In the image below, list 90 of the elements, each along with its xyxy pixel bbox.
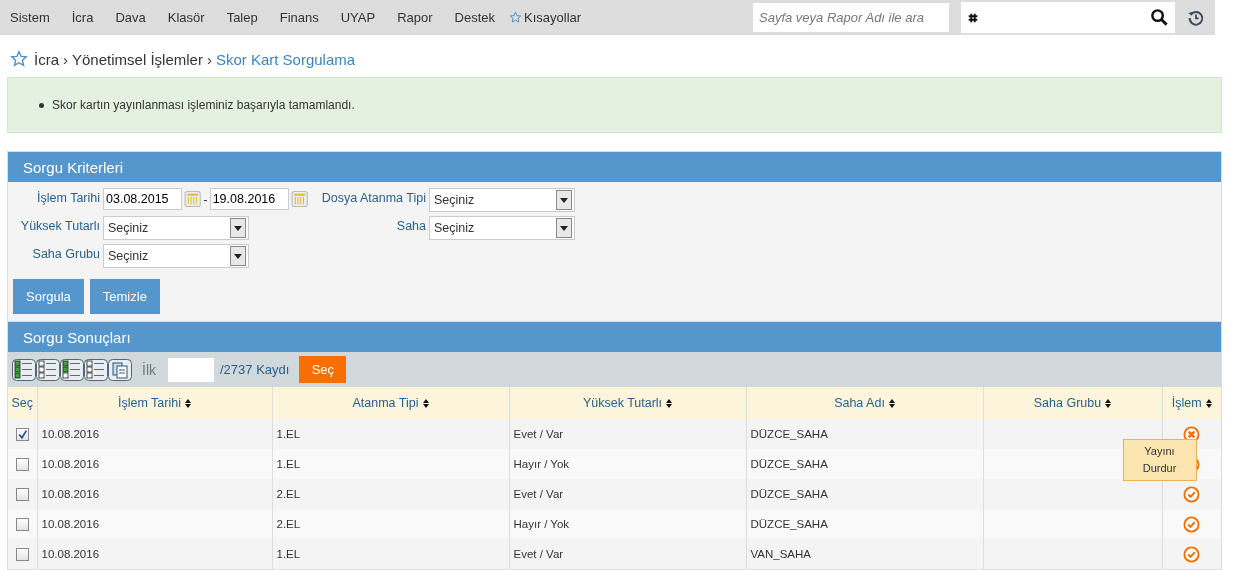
table-cell: 2.EL bbox=[276, 488, 301, 500]
record-total: /2737 Kaydı bbox=[220, 362, 290, 377]
history-icon[interactable] bbox=[1187, 8, 1205, 27]
sort-icon[interactable] bbox=[666, 399, 673, 409]
table-cell: Evet / Var bbox=[513, 428, 564, 440]
table-cell: VAN_SAHA bbox=[750, 548, 811, 560]
star-icon bbox=[509, 11, 523, 24]
table-cell: 10.08.2016 bbox=[41, 518, 100, 530]
breadcrumb-item[interactable]: İcra bbox=[34, 50, 59, 68]
menu-item[interactable]: İcra bbox=[61, 10, 103, 25]
caret-icon bbox=[230, 246, 246, 266]
select-dropdown[interactable]: Seçiniz bbox=[103, 244, 249, 268]
sortable-column-header[interactable]: Atanma Tipi bbox=[352, 396, 419, 410]
table-cell: 10.08.2016 bbox=[41, 488, 100, 500]
table-cell: DÜZCE_SAHA bbox=[750, 428, 828, 440]
checklist-icon[interactable] bbox=[36, 358, 60, 381]
table-cell: DÜZCE_SAHA bbox=[750, 458, 828, 470]
table-cell: 1.EL bbox=[276, 428, 301, 440]
select-dropdown[interactable]: Seçiniz bbox=[103, 216, 249, 240]
sort-icon[interactable] bbox=[888, 399, 895, 409]
check-circle-icon[interactable] bbox=[1183, 545, 1201, 563]
sort-icon[interactable] bbox=[1105, 399, 1112, 409]
first-label: İlk bbox=[142, 361, 156, 378]
menu-item[interactable]: Finans bbox=[269, 10, 328, 25]
panel-title: Sorgu Sonuçları bbox=[23, 328, 131, 346]
count-field[interactable] bbox=[168, 357, 214, 382]
search-icon[interactable] bbox=[1150, 8, 1169, 27]
search-field[interactable] bbox=[961, 2, 1175, 33]
sort-icon[interactable] bbox=[422, 399, 429, 409]
menu-item[interactable]: Rapor bbox=[387, 10, 442, 25]
field-label: İşlem Tarihi bbox=[36, 190, 100, 205]
breadcrumb-item[interactable]: Yönetimsel İşlemler bbox=[72, 50, 203, 68]
date-field[interactable]: 19.08.2016 bbox=[209, 188, 289, 210]
sortable-column-header[interactable]: İşlem Tarihi bbox=[118, 396, 181, 410]
menu-item[interactable]: Sistem bbox=[0, 10, 59, 25]
row-checkbox[interactable] bbox=[15, 517, 29, 531]
field-label: Saha bbox=[395, 218, 426, 233]
select-dropdown[interactable]: Seçiniz bbox=[429, 216, 575, 240]
shortcuts-menu[interactable]: Kısayollar bbox=[507, 10, 591, 25]
check-circle-icon[interactable] bbox=[1183, 485, 1201, 503]
sort-icon[interactable] bbox=[1205, 399, 1212, 409]
row-checkbox[interactable] bbox=[15, 487, 29, 501]
table-cell: 1.EL bbox=[276, 548, 301, 560]
tooltip: Yayını Durdur bbox=[1122, 439, 1197, 481]
table-cell: Hayır / Yok bbox=[513, 458, 570, 470]
page-search-field[interactable]: Sayfa veya Rapor Adı ile ara bbox=[753, 3, 949, 32]
table-cell: 10.08.2016 bbox=[41, 548, 100, 560]
table-cell: 1.EL bbox=[276, 458, 301, 470]
menu-item[interactable]: UYAP bbox=[330, 10, 385, 25]
panel-title: Sorgu Kriterleri bbox=[23, 158, 124, 176]
table-cell: Evet / Var bbox=[513, 488, 564, 500]
table-cell: 10.08.2016 bbox=[41, 458, 100, 470]
field-label: Saha Grubu bbox=[31, 246, 100, 261]
column-header: Seç bbox=[11, 396, 33, 410]
breadcrumb-separator: › bbox=[63, 50, 68, 68]
caret-icon bbox=[230, 218, 246, 238]
field-label: Yüksek Tutarlı bbox=[19, 218, 100, 233]
star-icon[interactable] bbox=[10, 50, 28, 68]
date-separator: - bbox=[203, 191, 208, 207]
menu-item[interactable]: Talep bbox=[216, 10, 267, 25]
field-label: Dosya Atanma Tipi bbox=[320, 190, 426, 205]
table-cell: 2.EL bbox=[276, 518, 301, 530]
row-checkbox[interactable] bbox=[15, 457, 29, 471]
check-circle-icon[interactable] bbox=[1183, 515, 1201, 533]
checklist-icon[interactable] bbox=[12, 358, 36, 381]
menu-item[interactable]: Klasör bbox=[157, 10, 214, 25]
breadcrumb-item: Skor Kart Sorgulama bbox=[215, 50, 356, 68]
caret-icon bbox=[556, 190, 572, 210]
row-checkbox[interactable] bbox=[15, 427, 29, 441]
menu-item[interactable]: Dava bbox=[105, 10, 155, 25]
bullet-icon bbox=[39, 102, 44, 108]
checklist-icon[interactable] bbox=[84, 358, 108, 381]
sortable-column-header[interactable]: Yüksek Tutarlı bbox=[582, 396, 663, 410]
table-cell: DÜZCE_SAHA bbox=[750, 488, 828, 500]
select-dropdown[interactable]: Seçiniz bbox=[429, 188, 575, 212]
sortable-column-header[interactable]: Saha Grubu bbox=[1033, 396, 1102, 410]
sortable-column-header[interactable]: Saha Adı bbox=[834, 396, 885, 410]
breadcrumb-separator: › bbox=[206, 50, 212, 68]
table-cell: 10.08.2016 bbox=[41, 428, 100, 440]
table-cell: Evet / Var bbox=[513, 548, 564, 560]
table-cell: DÜZCE_SAHA bbox=[750, 518, 828, 530]
row-checkbox[interactable] bbox=[15, 547, 29, 561]
copy-icon[interactable] bbox=[108, 358, 132, 381]
caret-icon bbox=[556, 218, 572, 238]
checklist-icon[interactable] bbox=[60, 358, 84, 381]
date-field[interactable]: 03.08.2015 bbox=[103, 188, 182, 210]
menu-item[interactable]: Destek bbox=[444, 10, 505, 25]
sort-icon[interactable] bbox=[185, 399, 191, 409]
table-cell: Hayır / Yok bbox=[513, 518, 570, 530]
alert-message: Skor kartın yayınlanması işleminiz başarıyla tamamlandı. bbox=[52, 98, 355, 112]
